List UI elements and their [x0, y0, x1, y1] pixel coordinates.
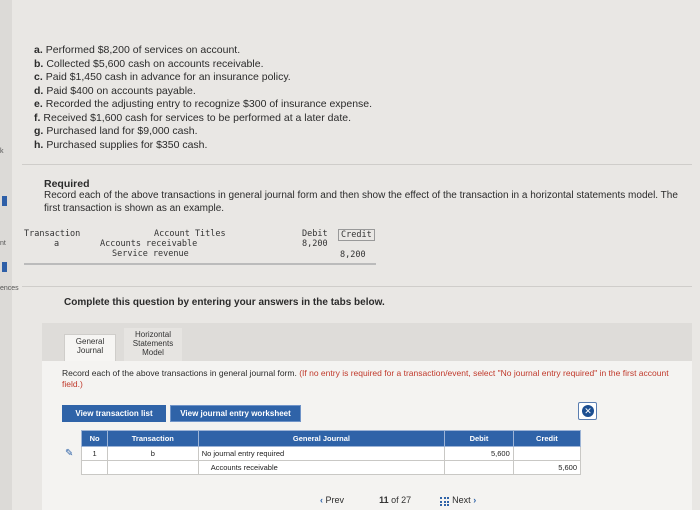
- header-debit: Debit: [444, 430, 514, 447]
- transaction-item: a. Performed $8,200 of services on accoun…: [34, 44, 241, 56]
- tab-general-journal[interactable]: General Journal: [64, 334, 116, 363]
- page-total: 27: [401, 495, 412, 505]
- divider: [22, 164, 692, 165]
- table-header-row: No Transaction General Journal Debit Cre…: [62, 430, 582, 447]
- table-row[interactable]: Accounts receivable 5,600: [62, 460, 582, 475]
- question-grid-icon[interactable]: [440, 497, 449, 506]
- close-circle-icon: ✕: [582, 405, 594, 417]
- cell-transaction: b: [106, 446, 199, 461]
- transaction-item: f. Received $1,600 cash for services to b…: [34, 111, 352, 124]
- transaction-list: a. Performed $8,200 of services on accoun…: [34, 44, 372, 152]
- sidebar-mark-2: nt: [0, 240, 6, 247]
- required-text: Record each of the above transactions in…: [44, 190, 678, 214]
- header-transaction: Transaction: [106, 430, 199, 447]
- transaction-item: e. Recorded the adjusting entry to recogn…: [34, 98, 373, 110]
- chevron-left-icon[interactable]: ‹: [320, 495, 323, 505]
- edit-cell[interactable]: ✎: [62, 446, 82, 461]
- cell-account[interactable]: No journal entry required: [197, 446, 446, 461]
- cell-transaction: [106, 460, 199, 475]
- cell-debit[interactable]: 5,600: [444, 446, 514, 461]
- sidebar-mark-3: ences: [0, 285, 19, 292]
- example-header-titles: Account Titles: [154, 229, 226, 239]
- example-entry: Transaction Account Titles Debit Credit …: [24, 229, 376, 265]
- header-general-journal: General Journal: [197, 430, 446, 447]
- pager: ‹ Prev 11 of 27 Next ›: [320, 495, 476, 505]
- transaction-item: c. Paid $1,450 cash in advance for an ins…: [34, 71, 291, 83]
- sidebar-mark-1: k: [0, 148, 4, 155]
- general-journal-table: No Transaction General Journal Debit Cre…: [62, 430, 582, 475]
- instructions: Record each of the above transactions in…: [62, 368, 682, 390]
- view-transaction-list-button[interactable]: View transaction list: [62, 405, 166, 422]
- required-heading: Required: [44, 178, 90, 190]
- transaction-item: b. Collected $5,600 cash on accounts rece…: [34, 57, 264, 70]
- example-row-account: Service revenue: [112, 249, 189, 259]
- clear-entry-button[interactable]: ✕: [578, 402, 597, 420]
- divider: [22, 286, 692, 287]
- required-section: Required Record each of the above transa…: [44, 178, 684, 215]
- example-row-credit: 8,200: [340, 250, 366, 260]
- cell-credit[interactable]: [512, 446, 582, 461]
- chevron-right-icon[interactable]: ›: [473, 495, 476, 505]
- header-no: No: [81, 430, 108, 447]
- example-header-transaction: Transaction: [24, 229, 81, 239]
- example-header-debit: Debit: [302, 229, 328, 239]
- header-blank: [62, 430, 82, 447]
- transaction-item: h. Purchased supplies for $350 cash.: [34, 138, 208, 151]
- cell-account[interactable]: Accounts receivable: [197, 460, 446, 475]
- table-row[interactable]: ✎ 1 b No journal entry required 5,600: [62, 446, 582, 461]
- view-journal-entry-worksheet-button[interactable]: View journal entry worksheet: [170, 405, 301, 422]
- complete-prompt: Complete this question by entering your …: [64, 297, 385, 308]
- header-credit: Credit: [512, 430, 582, 447]
- sidebar-tab-1[interactable]: [2, 196, 7, 206]
- prev-button[interactable]: Prev: [326, 495, 345, 505]
- next-button[interactable]: Next: [452, 495, 471, 505]
- cell-credit[interactable]: 5,600: [512, 460, 582, 475]
- transaction-item: g. Purchased land for $9,000 cash.: [34, 125, 198, 137]
- cell-no: 1: [81, 446, 108, 461]
- example-row-transaction: a: [54, 239, 60, 249]
- example-header-credit: Credit: [338, 229, 375, 241]
- cell-debit[interactable]: [444, 460, 514, 475]
- left-sidebar-strip: k nt ences: [0, 0, 19, 510]
- instructions-main: Record each of the above transactions in…: [62, 368, 300, 378]
- example-underline: [24, 263, 376, 265]
- example-row-debit: 8,200: [302, 239, 328, 249]
- cell-no: [81, 460, 108, 475]
- sidebar-tab-2[interactable]: [2, 262, 7, 272]
- page-of: of: [391, 495, 399, 505]
- tab-horizontal-statements-model[interactable]: Horizontal Statements Model: [124, 328, 182, 362]
- edit-cell: [62, 460, 82, 475]
- example-row-account: Accounts receivable: [100, 239, 198, 249]
- page-current: 11: [379, 495, 389, 505]
- pencil-icon[interactable]: ✎: [65, 448, 73, 459]
- transaction-item: d. Paid $400 on accounts payable.: [34, 84, 196, 97]
